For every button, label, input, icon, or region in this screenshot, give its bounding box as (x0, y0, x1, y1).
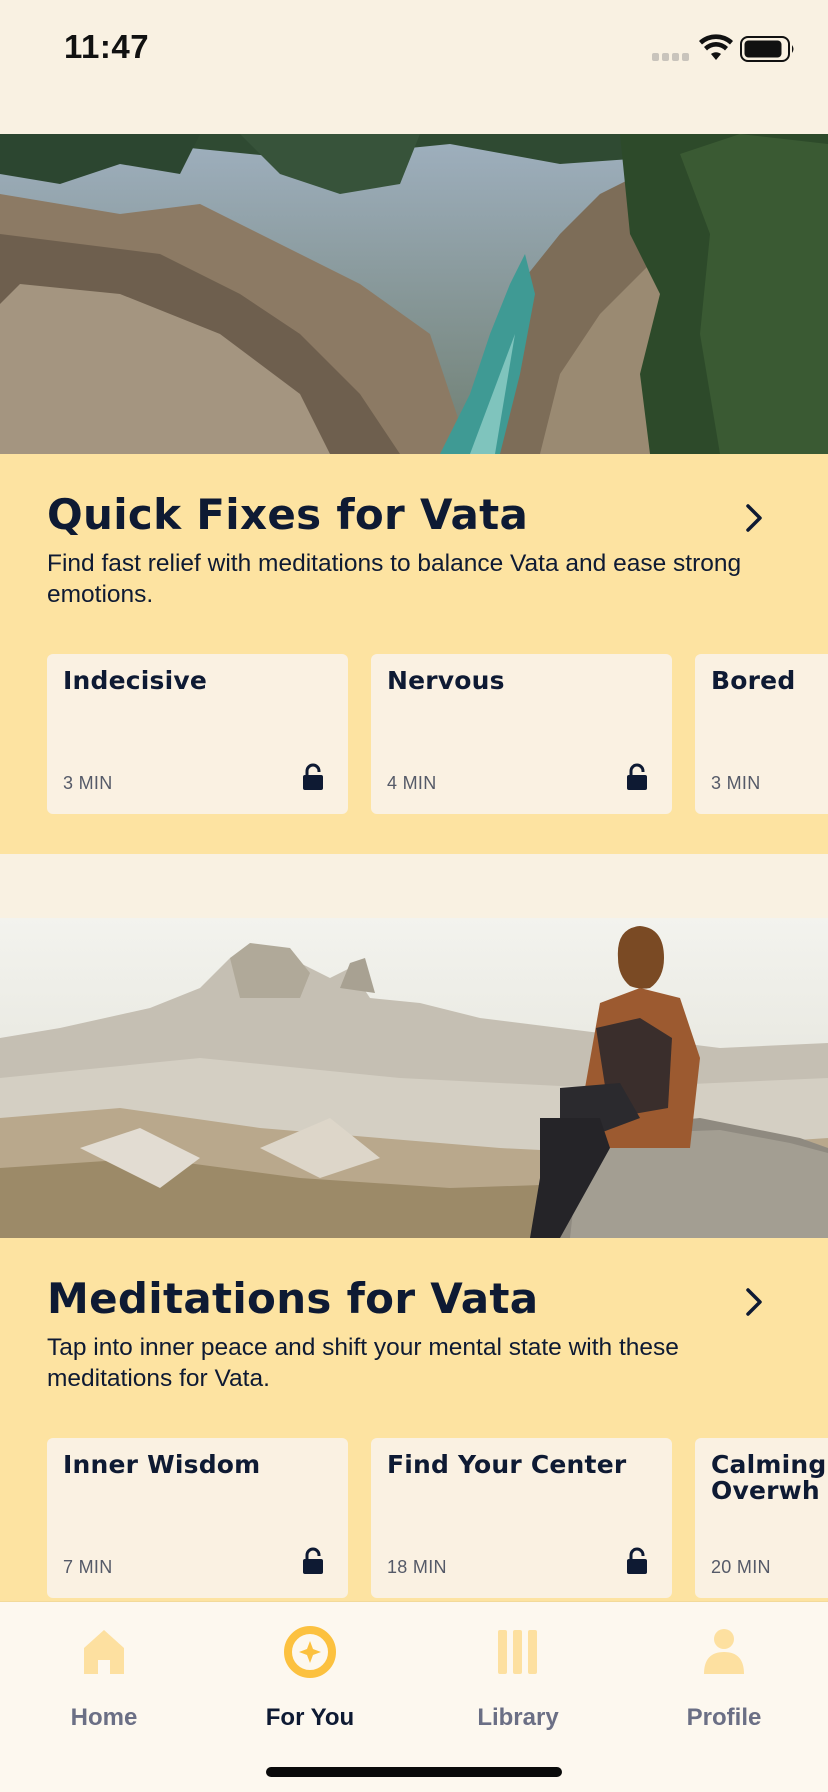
meditation-card[interactable]: Indecisive 3 MIN (47, 654, 348, 814)
tab-for-you[interactable]: For You (210, 1622, 410, 1742)
card-title: Nervous (387, 666, 505, 695)
section-description: Find fast relief with meditations to bal… (47, 550, 742, 608)
meditation-card[interactable]: Inner Wisdom 7 MIN (47, 1438, 348, 1598)
tab-label: For You (265, 1704, 355, 1731)
tab-label: Home (70, 1704, 138, 1731)
status-time: 11:47 (64, 28, 150, 65)
profile-icon (704, 1629, 744, 1674)
library-icon (498, 1630, 537, 1674)
card-duration: 3 MIN (63, 773, 113, 793)
meditation-card[interactable]: Bored 3 MIN (695, 654, 828, 814)
quick-fixes-section: Quick Fixes for Vata Find fast relief wi… (0, 454, 828, 854)
card-duration: 18 MIN (387, 1557, 447, 1577)
section-title[interactable]: Meditations for Vata (47, 1274, 538, 1323)
card-title: Find Your Center (387, 1450, 627, 1479)
chevron-right-icon[interactable] (740, 498, 768, 538)
card-title: Bored (711, 666, 796, 695)
card-title: Indecisive (63, 666, 208, 695)
canyon-hero-image (0, 134, 828, 454)
tab-label: Library (477, 1704, 559, 1731)
status-bar: 11:47 (0, 0, 828, 100)
tab-label: Profile (686, 1704, 762, 1731)
home-icon (84, 1630, 124, 1674)
lock-icon (303, 1547, 323, 1574)
card-carousel[interactable]: Indecisive 3 MIN Nervous 4 MIN Bored 3 M… (47, 654, 828, 816)
landscape-hero-image (0, 918, 828, 1238)
lock-icon (627, 763, 647, 790)
meditation-card[interactable]: Find Your Center 18 MIN (371, 1438, 672, 1598)
card-duration: 20 MIN (711, 1557, 771, 1577)
meditation-card[interactable]: Nervous 4 MIN (371, 654, 672, 814)
tab-library[interactable]: Library (418, 1622, 618, 1742)
wifi-icon (699, 34, 733, 60)
card-carousel[interactable]: Inner Wisdom 7 MIN Find Your Center 18 M… (47, 1438, 828, 1600)
home-indicator (266, 1767, 562, 1777)
card-title: Inner Wisdom (63, 1450, 261, 1479)
card-duration: 3 MIN (711, 773, 761, 793)
card-title: Calming Overwh (711, 1450, 827, 1505)
lock-icon (303, 763, 323, 790)
card-duration: 4 MIN (387, 773, 437, 793)
cellular-signal-icon (652, 53, 689, 61)
card-duration: 7 MIN (63, 1557, 113, 1577)
section-description: Tap into inner peace and shift your ment… (47, 1334, 679, 1392)
tab-home[interactable]: Home (4, 1622, 204, 1742)
battery-icon (740, 36, 794, 62)
meditation-card[interactable]: Calming Overwh 20 MIN (695, 1438, 828, 1598)
tab-bar: Home For You Library Profile (0, 1602, 828, 1792)
chevron-right-icon[interactable] (740, 1282, 768, 1322)
tab-profile[interactable]: Profile (624, 1622, 824, 1742)
meditations-section: Meditations for Vata Tap into inner peac… (0, 1238, 828, 1642)
section-title[interactable]: Quick Fixes for Vata (47, 490, 528, 539)
compass-star-icon (284, 1626, 336, 1678)
lock-icon (627, 1547, 647, 1574)
